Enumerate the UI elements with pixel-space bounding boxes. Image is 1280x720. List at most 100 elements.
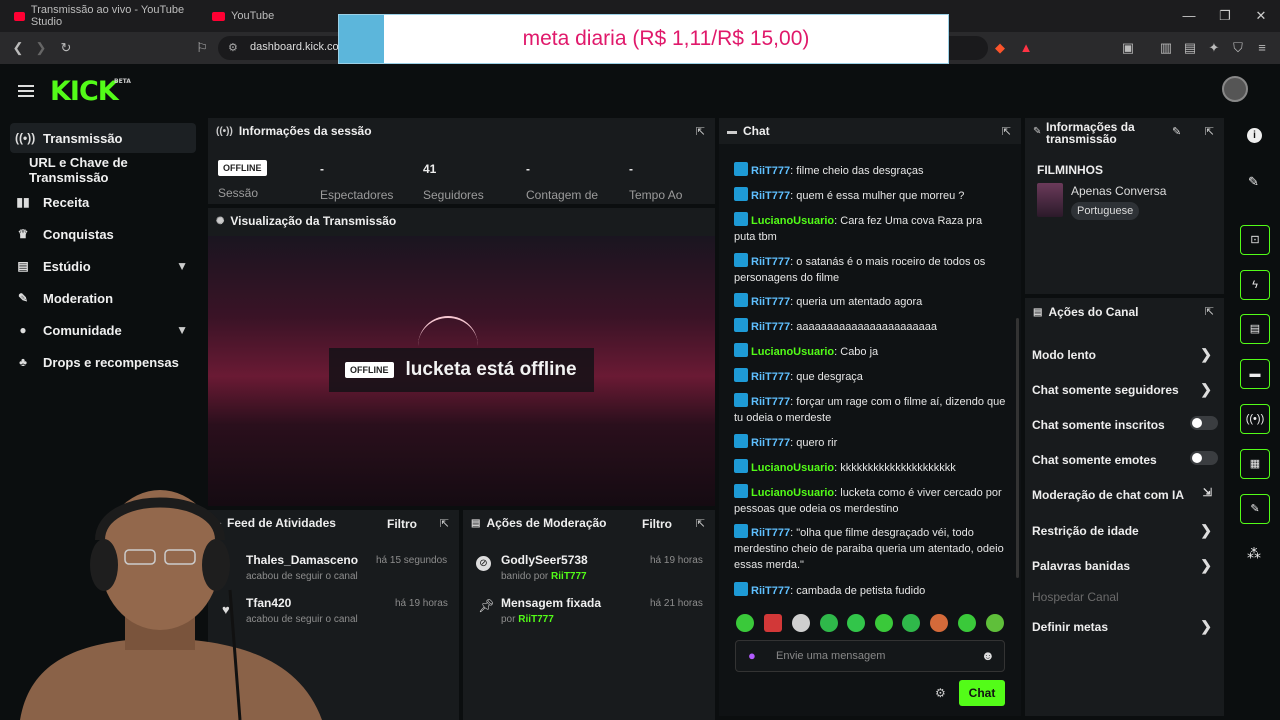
action-set-goals[interactable]: Definir metas ❯ (1032, 618, 1218, 634)
info-icon[interactable]: i (1247, 128, 1262, 143)
popout-icon[interactable]: ⇱ (440, 517, 449, 530)
lightning-icon[interactable]: ϟ (1240, 270, 1270, 300)
sidebar-item-moderation[interactable]: ✎ Moderation (10, 283, 196, 313)
layout-icon[interactable]: ▦ (1240, 449, 1270, 479)
goal-progress-bar (339, 15, 384, 63)
emote-icon[interactable] (847, 614, 865, 632)
emote-icon[interactable] (902, 614, 920, 632)
back-icon[interactable]: ❮ (10, 40, 26, 56)
ban-icon: ⊘ (476, 556, 491, 571)
sidebar-item-receita[interactable]: ▮▮ Receita (10, 187, 196, 217)
document-icon[interactable]: ▤ (1240, 314, 1270, 344)
action-ai-moderation[interactable]: Moderação de chat com IA ⇲ (1032, 487, 1218, 502)
preview-panel-header: ✺ Visualização da Transmissão (208, 208, 715, 236)
drops-icon: ♣ (19, 355, 27, 369)
popout-icon[interactable]: ⇱ (696, 517, 705, 530)
chat-message: RiiT777: quem é essa mulher que morreu ? (734, 187, 1006, 204)
stream-info-panel: ✎ Informações da transmissão ✎ ⇱ FILMINH… (1025, 118, 1224, 294)
emote-icon[interactable] (764, 614, 782, 632)
chat-bubble-icon[interactable]: ▬ (1240, 359, 1270, 389)
sidebar-toggle-icon[interactable]: ▣ (1120, 40, 1136, 56)
panel-icon[interactable]: ▥ (1158, 40, 1174, 56)
broadcast-icon[interactable]: ((•)) (1240, 404, 1270, 434)
hamburger-menu-icon[interactable] (18, 82, 34, 100)
filter-button[interactable]: Filtro (642, 517, 672, 531)
emoji-icon[interactable]: ☻ (981, 648, 995, 663)
reload-icon[interactable]: ↻ (58, 40, 74, 56)
minimize-icon[interactable]: — (1180, 8, 1198, 23)
microphone-icon[interactable]: ● (748, 648, 756, 663)
toggle-emotes-only[interactable] (1190, 451, 1218, 465)
action-banned-words[interactable]: Palavras banidas ❯ (1032, 557, 1218, 573)
forward-icon[interactable]: ❯ (33, 40, 49, 56)
kick-logo[interactable]: KICK BETA (50, 76, 131, 107)
user-avatar[interactable] (1222, 76, 1248, 102)
ai-icon[interactable]: ✦ (1206, 40, 1222, 56)
menu-icon[interactable]: ≡ (1254, 40, 1270, 56)
vpn-icon[interactable]: ⛉ (1230, 40, 1246, 56)
sidebar-item-drops[interactable]: ♣ Drops e recompensas (10, 347, 196, 377)
popout-icon[interactable]: ⇱ (696, 125, 705, 138)
wrench-icon: ✎ (1033, 126, 1042, 137)
sidebar-item-conquistas[interactable]: ♛ Conquistas (10, 219, 196, 249)
chat-send-button[interactable]: Chat (959, 680, 1005, 706)
site-info-icon[interactable]: ⚙ (228, 41, 238, 54)
emote-icon[interactable] (930, 614, 948, 632)
popout-icon[interactable]: ⇱ (1205, 305, 1214, 318)
chevron-right-icon: ❯ (1200, 381, 1212, 397)
chat-message: RiiT777: queria um atentado agora (734, 293, 1006, 310)
chat-message: RiiT777: "olha que filme desgraçado véi,… (734, 524, 1006, 573)
brave-shield-icon[interactable]: ◆ (992, 40, 1008, 56)
list-item: Mensagem fixada por RiiT777 (501, 596, 602, 625)
rewards-icon[interactable]: ▲ (1018, 40, 1034, 56)
chat-message: RiiT777: filme cheio das desgraças (734, 162, 1006, 179)
toggle-subscribers-only[interactable] (1190, 416, 1218, 430)
action-age-restriction[interactable]: Restrição de idade ❯ (1032, 522, 1218, 538)
moderator-badge-icon (734, 187, 748, 201)
broadcast-icon: ((•)) (216, 125, 233, 137)
filter-button[interactable]: Filtro (387, 517, 417, 531)
emote-icon[interactable] (958, 614, 976, 632)
emote-icon[interactable] (792, 614, 810, 632)
wrench-icon[interactable]: ✎ (1240, 494, 1270, 524)
youtube-icon (14, 11, 25, 21)
screen-capture-icon[interactable]: ⊡ (1240, 225, 1270, 255)
sidebar-item-estudio[interactable]: ▤ Estúdio ▼ (10, 251, 196, 281)
action-followers-only[interactable]: Chat somente seguidores ❯ (1032, 381, 1218, 397)
maximize-icon[interactable]: ❐ (1216, 8, 1234, 24)
sidebar-item-transmissao[interactable]: ((•)) Transmissão (10, 123, 196, 153)
popout-icon[interactable]: ⇱ (1205, 125, 1214, 138)
chat-scrollbar[interactable] (1016, 318, 1019, 578)
edit-icon[interactable]: ✎ (1172, 125, 1181, 138)
apps-icon[interactable]: ⁂ (1247, 545, 1261, 562)
emote-icon[interactable] (875, 614, 893, 632)
emote-icon[interactable] (736, 614, 754, 632)
category-name[interactable]: Apenas Conversa (1071, 184, 1166, 198)
panel-title: Informações da sessão (238, 124, 372, 138)
list-item: GodlySeer5738 banido por RiiT777 (501, 553, 588, 582)
emote-icon[interactable] (820, 614, 838, 632)
popout-icon[interactable]: ⇱ (1002, 125, 1011, 138)
edit-icon[interactable]: ✎ (1248, 174, 1259, 190)
chevron-right-icon: ❯ (1200, 557, 1212, 573)
sidebar-item-url-chave[interactable]: URL e Chave de Transmissão (10, 155, 206, 185)
studio-icon: ▤ (17, 259, 29, 273)
stat-label: Seguidores (423, 188, 484, 202)
action-slow-mode[interactable]: Modo lento ❯ (1032, 346, 1218, 362)
stat-label: Contagem de (526, 188, 599, 202)
wallet-icon[interactable]: ▤ (1182, 40, 1198, 56)
emote-icon[interactable] (986, 614, 1004, 632)
tab-youtube[interactable]: YouTube (204, 0, 324, 32)
clipboard-icon: ▤ (1033, 306, 1043, 318)
bookmark-icon[interactable]: ⚐ (194, 40, 210, 56)
external-link-icon: ⇲ (1202, 487, 1212, 499)
moderator-badge-icon (734, 253, 748, 267)
sidebar-item-comunidade[interactable]: ● Comunidade ▼ (10, 315, 196, 345)
chat-settings-icon[interactable]: ⚙ (935, 686, 946, 700)
tab-youtube-studio[interactable]: Transmissão ao vivo - YouTube Studio (6, 0, 196, 32)
close-icon[interactable]: ✕ (1252, 8, 1270, 24)
stream-preview[interactable]: OFFLINE lucketa está offline (208, 236, 715, 506)
chat-input[interactable]: ● Envie uma mensagem ☻ (735, 640, 1005, 672)
timestamp: há 19 horas (650, 555, 703, 566)
status-badge: OFFLINE (218, 160, 267, 176)
